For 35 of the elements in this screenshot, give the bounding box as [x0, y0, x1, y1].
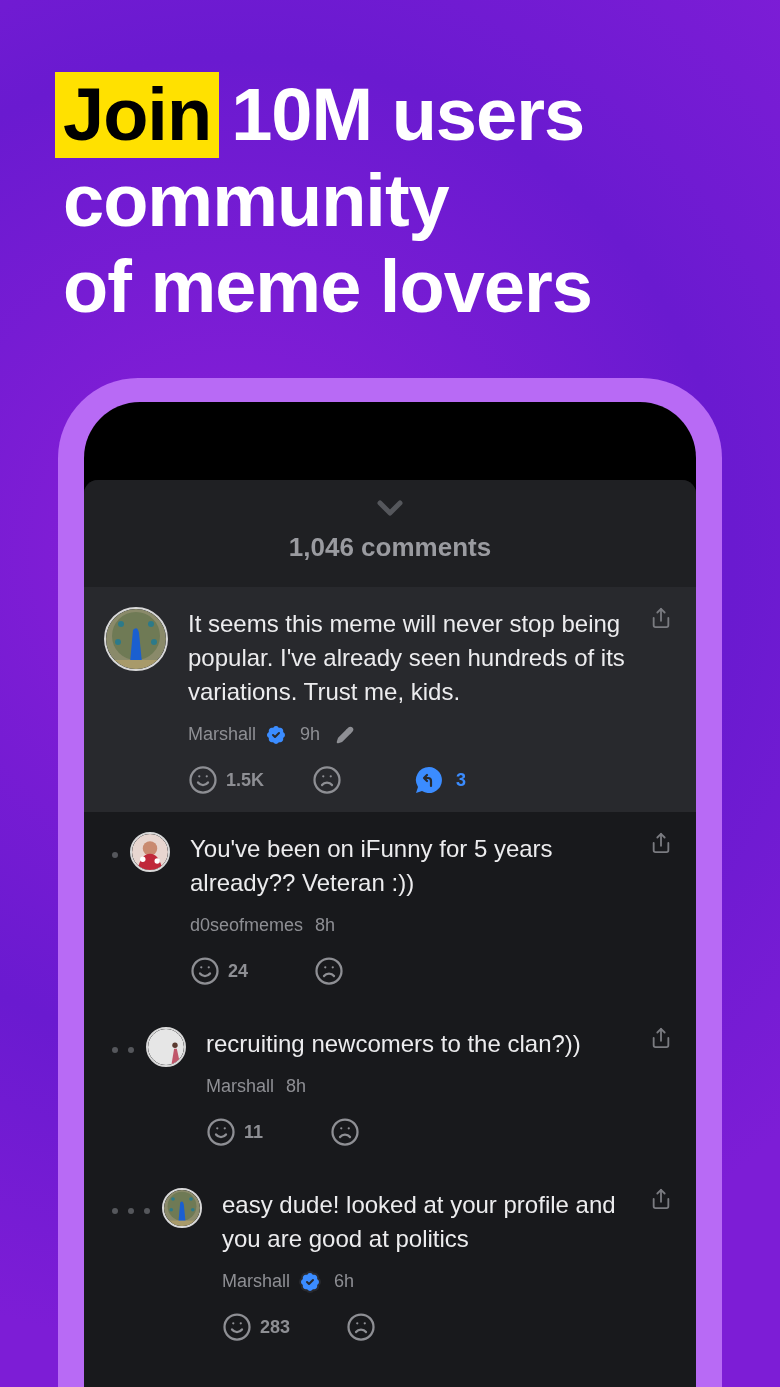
smile-icon [222, 1312, 252, 1342]
like-button[interactable]: 283 [222, 1312, 346, 1342]
comment-text: It seems this meme will never stop being popular. I've already seen hundreds of its variations. Trust me, kids. [188, 609, 626, 707]
smile-icon [206, 1117, 236, 1147]
comment-text: easy dude! looked at your profile and you are good at politics [222, 1190, 617, 1254]
author-name[interactable]: d0seofmemes [190, 912, 304, 939]
share-icon[interactable] [650, 607, 672, 629]
like-button[interactable]: 1.5K [188, 765, 312, 795]
smile-icon [188, 765, 218, 795]
dislike-icon[interactable] [330, 1117, 360, 1147]
comment-text: recruiting newcomers to the clan?)) [206, 1029, 582, 1059]
headline-highlight: Join [55, 72, 220, 158]
author-name[interactable]: Marshall [222, 1268, 291, 1295]
author-name[interactable]: Marshall [206, 1073, 275, 1100]
smile-icon [190, 956, 220, 986]
headline-text: 10M users [231, 72, 585, 158]
share-icon[interactable] [650, 832, 672, 854]
like-button[interactable]: 24 [190, 956, 314, 986]
comment-time: 8h [286, 1075, 307, 1098]
replies-button[interactable]: 3 [414, 765, 466, 795]
share-icon[interactable] [650, 1188, 672, 1210]
headline-text: community [62, 158, 450, 244]
dislike-icon[interactable] [312, 765, 342, 795]
comment-time: 6h [334, 1270, 355, 1293]
comment-text: You've been on iFunny for 5 years already?? Veteran :)) [190, 834, 554, 898]
reply-bubble-icon [414, 765, 444, 795]
comment-time: 9h [300, 723, 321, 746]
headline-text: of meme lovers [62, 244, 593, 330]
comment-time: 8h [315, 914, 336, 937]
like-button[interactable]: 11 [206, 1117, 330, 1147]
author-name[interactable]: Marshall [188, 721, 257, 748]
share-icon[interactable] [650, 1027, 672, 1049]
dislike-icon[interactable] [346, 1312, 376, 1342]
sheet-title: 1,046 comments [288, 531, 492, 564]
dislike-icon[interactable] [314, 956, 344, 986]
